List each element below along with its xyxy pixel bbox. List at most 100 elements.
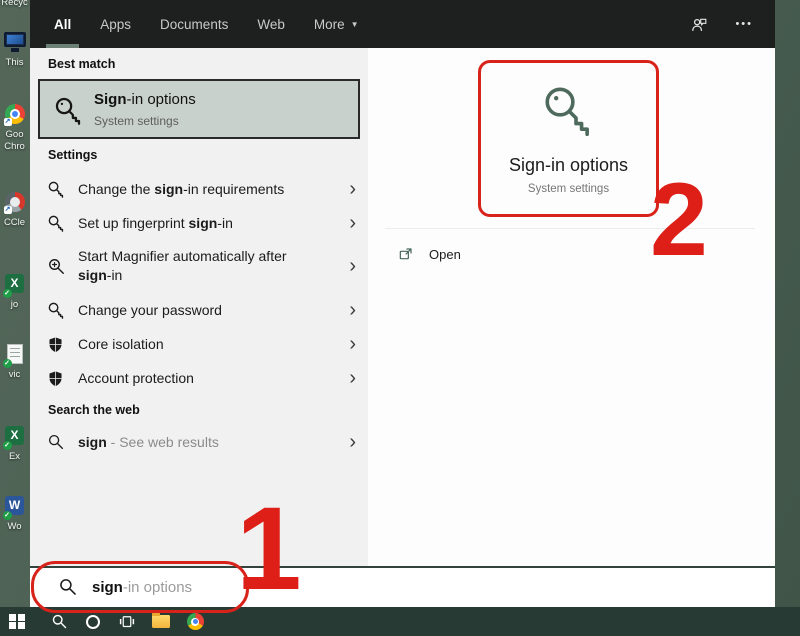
desktop-icon-document-vic[interactable]: ✓ vic bbox=[0, 344, 29, 381]
cortana-icon bbox=[86, 614, 100, 629]
settings-item-label: Start Magnifier automatically after sign… bbox=[78, 248, 287, 283]
windows-logo-icon bbox=[9, 613, 25, 630]
task-view-button[interactable] bbox=[110, 607, 144, 636]
search-filter-tabs: All Apps Documents Web More ▼ bbox=[46, 0, 367, 48]
search-icon bbox=[47, 433, 69, 451]
desktop-icon-label: jo bbox=[10, 299, 19, 310]
settings-item-label: Account protection bbox=[78, 369, 194, 386]
chevron-right-icon[interactable]: › bbox=[349, 300, 356, 320]
settings-item-fingerprint[interactable]: Set up fingerprint sign-in › bbox=[30, 206, 368, 240]
best-match-result[interactable]: Sign-in options System settings bbox=[38, 79, 360, 139]
excel-file-icon: X ✓ bbox=[2, 426, 26, 450]
open-action[interactable]: Open bbox=[398, 246, 461, 262]
desktop-icon-label: Chro bbox=[4, 141, 25, 152]
shortcut-arrow-icon: ↗ bbox=[3, 206, 12, 214]
best-match-subtitle: System settings bbox=[94, 114, 179, 128]
more-options-icon[interactable]: ••• bbox=[735, 18, 753, 30]
divider bbox=[385, 228, 755, 229]
taskbar bbox=[0, 607, 800, 636]
chevron-right-icon[interactable]: › bbox=[349, 179, 356, 199]
best-match-header: Best match bbox=[48, 57, 116, 71]
sync-check-icon: ✓ bbox=[2, 289, 12, 298]
chevron-right-icon[interactable]: › bbox=[349, 368, 356, 388]
preview-panel: Sign-in options System settings Open bbox=[368, 48, 775, 568]
preview-title: Sign-in options bbox=[508, 155, 629, 175]
start-button[interactable] bbox=[0, 607, 34, 636]
tab-web[interactable]: Web bbox=[249, 0, 293, 48]
settings-item-core-isolation[interactable]: Core isolation › bbox=[30, 327, 368, 361]
search-query-text: sign-in options bbox=[92, 579, 193, 596]
desktop-icon-google-chrome[interactable]: ↗ Goo Chro bbox=[0, 104, 29, 153]
word-file-icon: W ✓ bbox=[2, 496, 26, 520]
settings-item-label: Change your password bbox=[78, 301, 222, 318]
shortcut-arrow-icon: ↗ bbox=[3, 118, 12, 126]
chevron-down-icon: ▼ bbox=[350, 19, 359, 29]
search-icon bbox=[52, 614, 66, 629]
best-match-title: Sign-in options bbox=[94, 91, 196, 108]
search-input[interactable]: sign-in options bbox=[30, 566, 775, 607]
taskbar-search-button[interactable] bbox=[42, 607, 76, 636]
preview-tile[interactable]: Sign-in options System settings bbox=[478, 60, 659, 217]
excel-file-icon: X ✓ bbox=[2, 274, 26, 298]
desktop-icon-label: Wo bbox=[7, 521, 22, 532]
desktop-icon-recycle-bin[interactable]: Recyc bbox=[0, 0, 29, 9]
web-search-label: sign - See web results bbox=[78, 433, 219, 450]
open-external-icon bbox=[398, 246, 414, 262]
chrome-taskbar-button[interactable] bbox=[178, 607, 212, 636]
chevron-right-icon[interactable]: › bbox=[349, 334, 356, 354]
windows-desktop: Recyc This ↗ Goo Chro ↗ CCle X ✓ jo ✓ vi… bbox=[0, 0, 800, 636]
key-icon bbox=[47, 301, 69, 320]
file-explorer-button[interactable] bbox=[144, 607, 178, 636]
key-icon bbox=[53, 95, 85, 132]
desktop-icon-label: Recyc bbox=[1, 0, 28, 8]
sync-check-icon: ✓ bbox=[2, 441, 12, 450]
desktop-icon-excel-ex[interactable]: X ✓ Ex bbox=[0, 426, 29, 463]
desktop-icon-ccleaner[interactable]: ↗ CCle bbox=[0, 192, 29, 229]
desktop-icon-label: Goo bbox=[5, 129, 24, 140]
key-icon bbox=[478, 82, 659, 145]
key-icon bbox=[47, 214, 69, 233]
tab-more[interactable]: More ▼ bbox=[306, 0, 367, 48]
settings-item-magnifier[interactable]: Start Magnifier automatically after sign… bbox=[30, 240, 368, 292]
desktop-icon-label: CCle bbox=[3, 217, 26, 228]
desktop-icon-label: vic bbox=[8, 369, 21, 380]
desktop-icon-label: This bbox=[5, 57, 24, 68]
settings-item-change-password[interactable]: Change your password › bbox=[30, 293, 368, 327]
search-icon bbox=[58, 577, 78, 602]
cortana-button[interactable] bbox=[76, 607, 110, 636]
search-flyout-header: All Apps Documents Web More ▼ ••• bbox=[30, 0, 775, 48]
file-explorer-icon bbox=[152, 612, 170, 628]
desktop-icon-excel-jo[interactable]: X ✓ jo bbox=[0, 274, 29, 311]
tab-documents[interactable]: Documents bbox=[152, 0, 236, 48]
task-view-icon bbox=[119, 615, 135, 627]
web-search-result[interactable]: sign - See web results › bbox=[30, 425, 368, 459]
document-file-icon: ✓ bbox=[2, 344, 26, 368]
settings-item-sign-in-requirements[interactable]: Change the sign-in requirements › bbox=[30, 172, 368, 206]
settings-header: Settings bbox=[48, 148, 98, 162]
settings-item-account-protection[interactable]: Account protection › bbox=[30, 361, 368, 395]
tab-all[interactable]: All bbox=[46, 0, 80, 48]
chrome-icon bbox=[186, 613, 204, 630]
shield-icon bbox=[47, 370, 69, 387]
desktop-icon-label: Ex bbox=[8, 451, 21, 462]
sync-check-icon: ✓ bbox=[2, 511, 12, 520]
settings-item-label: Change the sign-in requirements bbox=[78, 180, 285, 197]
ccleaner-icon: ↗ bbox=[3, 192, 26, 214]
key-icon bbox=[47, 180, 69, 199]
preview-subtitle: System settings bbox=[527, 183, 610, 195]
chevron-right-icon[interactable]: › bbox=[349, 213, 356, 233]
this-pc-icon bbox=[3, 32, 26, 54]
desktop-icon-word-wo[interactable]: W ✓ Wo bbox=[0, 496, 29, 533]
settings-item-label: Set up fingerprint sign-in bbox=[78, 214, 233, 231]
chevron-right-icon[interactable]: › bbox=[349, 256, 356, 276]
chrome-icon: ↗ bbox=[3, 104, 26, 126]
tab-apps[interactable]: Apps bbox=[92, 0, 139, 48]
shield-icon bbox=[47, 336, 69, 353]
desktop-icon-this-pc[interactable]: This bbox=[0, 32, 29, 69]
sync-check-icon: ✓ bbox=[2, 359, 12, 368]
search-web-header: Search the web bbox=[48, 403, 140, 417]
open-action-label: Open bbox=[429, 246, 461, 262]
search-results-panel: Best match Sign-in options System settin… bbox=[30, 48, 368, 568]
feedback-user-icon[interactable] bbox=[690, 15, 709, 34]
chevron-right-icon[interactable]: › bbox=[349, 432, 356, 452]
